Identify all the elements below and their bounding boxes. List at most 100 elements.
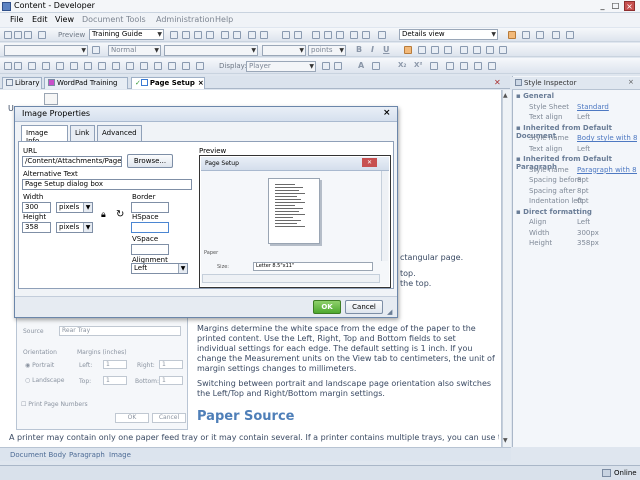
- open-icon[interactable]: [14, 31, 22, 39]
- tree-view-icon[interactable]: [566, 31, 574, 39]
- find-icon[interactable]: [233, 31, 241, 39]
- insert-icon-5[interactable]: [56, 62, 64, 70]
- layout-view-icon[interactable]: [508, 31, 516, 39]
- insert-icon-1[interactable]: [4, 62, 12, 70]
- undo-icon[interactable]: [282, 31, 290, 39]
- menu-file[interactable]: File: [10, 15, 23, 24]
- width-unit-select[interactable]: pixels ▼: [56, 202, 93, 213]
- inspector-property-value[interactable]: Body style with 8...: [577, 134, 637, 142]
- insert-icon-10[interactable]: [126, 62, 134, 70]
- height-unit-select[interactable]: pixels ▼: [56, 222, 93, 233]
- minimize-button[interactable]: _: [597, 1, 608, 11]
- guide-select[interactable]: Training Guide ▼: [89, 29, 164, 40]
- help-icon[interactable]: [362, 31, 370, 39]
- menu-view[interactable]: View: [55, 15, 74, 24]
- spellcheck-icon[interactable]: [312, 31, 320, 39]
- browse-button[interactable]: Browse...: [127, 154, 173, 168]
- format-icon-1[interactable]: [322, 62, 330, 70]
- insert-icon-6[interactable]: [70, 62, 78, 70]
- units-select[interactable]: points ▼: [308, 45, 346, 56]
- insert-icon-12[interactable]: [154, 62, 162, 70]
- subscript-icon[interactable]: X₂: [398, 61, 406, 69]
- delete-icon[interactable]: [221, 31, 229, 39]
- underline-icon[interactable]: U: [383, 45, 390, 54]
- insert-icon-3[interactable]: [28, 62, 36, 70]
- align-right-icon[interactable]: [431, 46, 439, 54]
- breadcrumb-document-body[interactable]: Document Body: [10, 451, 66, 459]
- url-field[interactable]: /Content/Attachments/Page S: [22, 156, 122, 167]
- menu-administration[interactable]: Administration: [156, 15, 215, 24]
- format-icon-4[interactable]: [430, 62, 438, 70]
- inspector-close-icon[interactable]: ×: [628, 78, 634, 86]
- zoom-icon[interactable]: [350, 31, 358, 39]
- vertical-scrollbar[interactable]: [502, 90, 511, 447]
- align-left-icon[interactable]: [404, 46, 412, 54]
- ok-button[interactable]: OK: [313, 300, 341, 314]
- format-icon-8[interactable]: [488, 62, 496, 70]
- dialog-close-button[interactable]: ×: [383, 108, 391, 118]
- insert-icon-9[interactable]: [112, 62, 120, 70]
- format-icon-3[interactable]: [372, 62, 380, 70]
- close-tab-icon[interactable]: ×: [198, 79, 204, 87]
- save-icon[interactable]: [24, 31, 32, 39]
- lock-ratio-icon[interactable]: 🔒︎: [101, 210, 106, 220]
- vspace-field[interactable]: [131, 244, 169, 255]
- scroll-down-icon[interactable]: ▼: [503, 437, 510, 445]
- reset-size-icon[interactable]: ↻: [116, 209, 124, 220]
- hspace-field[interactable]: [131, 222, 169, 233]
- split-view-icon[interactable]: [522, 31, 530, 39]
- table-icon[interactable]: [324, 31, 332, 39]
- symbol-icon[interactable]: [336, 31, 344, 39]
- alignment-select[interactable]: Left ▼: [131, 263, 188, 274]
- inspector-property-value[interactable]: Paragraph with 8...: [577, 166, 637, 174]
- tab-page-setup[interactable]: ✓ Page Setup ×: [131, 77, 205, 89]
- format-painter-icon[interactable]: [206, 31, 214, 39]
- justify-icon[interactable]: [444, 46, 452, 54]
- menu-help[interactable]: Help: [215, 15, 233, 24]
- insert-icon-7[interactable]: [84, 62, 92, 70]
- menu-edit[interactable]: Edit: [32, 15, 48, 24]
- bullet-list-icon[interactable]: [460, 46, 468, 54]
- insert-icon-4[interactable]: [42, 62, 50, 70]
- alt-text-field[interactable]: Page Setup dialog box: [22, 179, 192, 190]
- new-icon[interactable]: [4, 31, 12, 39]
- tab-library[interactable]: Library: [2, 77, 42, 89]
- tab-wordpad-training[interactable]: WordPad Training: [44, 77, 128, 89]
- insert-icon-14[interactable]: [182, 62, 190, 70]
- inspector-section-title[interactable]: ▪ Direct formatting: [516, 208, 592, 216]
- menu-tools[interactable]: Tools: [126, 15, 146, 24]
- cut-icon[interactable]: [170, 31, 178, 39]
- indent-icon[interactable]: [499, 46, 507, 54]
- outdent-icon[interactable]: [486, 46, 494, 54]
- format-icon-7[interactable]: [474, 62, 482, 70]
- format-icon-5[interactable]: [446, 62, 454, 70]
- inspector-property-value[interactable]: Standard: [577, 103, 637, 111]
- display-select[interactable]: Player ▼: [246, 61, 316, 72]
- breadcrumb-image[interactable]: Image: [109, 451, 131, 459]
- border-field[interactable]: [131, 202, 169, 213]
- text-style-icon[interactable]: A: [358, 61, 364, 70]
- format-icon-6[interactable]: [460, 62, 468, 70]
- inspector-section-title[interactable]: ▪ General: [516, 92, 554, 100]
- redo-icon[interactable]: [294, 31, 302, 39]
- image-icon[interactable]: [260, 31, 268, 39]
- print-icon[interactable]: [38, 31, 46, 39]
- breadcrumb-paragraph[interactable]: Paragraph: [69, 451, 105, 459]
- refresh-icon[interactable]: [378, 31, 386, 39]
- preview-button[interactable]: Preview: [58, 31, 85, 39]
- numbered-list-icon[interactable]: [473, 46, 481, 54]
- format-icon-2[interactable]: [334, 62, 342, 70]
- copy-icon[interactable]: [182, 31, 190, 39]
- width-field[interactable]: 300: [22, 202, 51, 213]
- paste-icon[interactable]: [194, 31, 202, 39]
- style-brush-icon[interactable]: [92, 46, 100, 54]
- font-select[interactable]: ▼: [4, 45, 88, 56]
- insert-icon-13[interactable]: [168, 62, 176, 70]
- close-window-button[interactable]: ×: [624, 1, 635, 11]
- font-family-select[interactable]: ▼: [164, 45, 258, 56]
- insert-icon-15[interactable]: [196, 62, 204, 70]
- panel-view-icon[interactable]: [536, 31, 544, 39]
- scroll-up-icon[interactable]: ▲: [503, 92, 510, 100]
- link-icon[interactable]: [248, 31, 256, 39]
- outline-view-icon[interactable]: [552, 31, 560, 39]
